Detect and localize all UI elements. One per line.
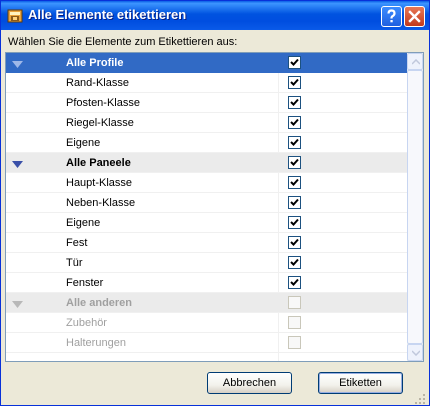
row-label: Fest [66,237,88,249]
row-label: Eigene [66,217,101,229]
row-checkbox [288,336,301,349]
list-item[interactable]: Eigene [6,213,407,233]
row-checkbox [288,316,301,329]
collapse-triangle-icon[interactable] [12,59,23,71]
list-item[interactable]: Halterungen [6,333,407,353]
list-item[interactable]: Zubehör [6,313,407,333]
collapse-triangle-icon[interactable] [12,159,23,171]
row-checkbox[interactable] [288,136,301,149]
row-label: Pfosten-Klasse [66,97,140,109]
vertical-scrollbar[interactable] [407,53,423,361]
row-divider [6,352,407,353]
group-row[interactable]: Alle Paneele [6,153,407,173]
list-item[interactable]: Eigene [6,133,407,153]
resize-grip-icon[interactable] [414,392,426,404]
scroll-down-button[interactable] [407,344,423,361]
list-item[interactable]: Fest [6,233,407,253]
row-label: Eigene [66,137,101,149]
group-row[interactable]: Alle anderen [6,293,407,313]
scroll-up-button[interactable] [407,53,423,70]
list-item[interactable]: Tür [6,253,407,273]
row-label: Haupt-Klasse [66,177,133,189]
row-checkbox[interactable] [288,156,301,169]
row-label: Alle Paneele [66,157,131,169]
row-label: Fenster [66,277,104,289]
app-icon [7,8,23,24]
row-label: Tür [66,257,83,269]
collapse-triangle-icon[interactable] [12,299,23,311]
row-checkbox[interactable] [288,216,301,229]
row-checkbox[interactable] [288,116,301,129]
row-label: Zubehör [66,317,107,329]
row-checkbox[interactable] [288,236,301,249]
close-button[interactable] [404,6,425,27]
dialog-window: Alle Elemente etikettieren Wählen Sie di… [0,0,430,406]
row-checkbox[interactable] [288,176,301,189]
row-checkbox[interactable] [288,56,301,69]
element-list[interactable]: Alle Profile Rand-Klasse Pfosten-Klasse Rie… [5,52,424,362]
row-label: Riegel-Klasse [66,117,134,129]
label-elements-button[interactable]: Etiketten [318,372,403,394]
row-checkbox[interactable] [288,76,301,89]
row-checkbox[interactable] [288,96,301,109]
group-row[interactable]: Alle Profile [6,53,407,73]
list-item[interactable]: Haupt-Klasse [6,173,407,193]
list-item[interactable]: Neben-Klasse [6,193,407,213]
row-label: Halterungen [66,337,126,349]
row-checkbox[interactable] [288,196,301,209]
help-button[interactable] [381,6,402,27]
row-label: Neben-Klasse [66,197,136,209]
list-item[interactable]: Pfosten-Klasse [6,93,407,113]
row-checkbox [288,296,301,309]
list-item[interactable]: Rand-Klasse [6,73,407,93]
scroll-track[interactable] [407,70,423,344]
window-title: Alle Elemente etikettieren [28,7,187,22]
list-item[interactable]: Riegel-Klasse [6,113,407,133]
row-label: Alle anderen [66,297,133,309]
cancel-button[interactable]: Abbrechen [207,372,292,394]
row-label: Alle Profile [66,57,124,69]
instruction-text: Wählen Sie die Elemente zum Etikettieren… [8,36,238,48]
row-checkbox[interactable] [288,276,301,289]
row-checkbox[interactable] [288,256,301,269]
title-bar[interactable]: Alle Elemente etikettieren [1,1,429,30]
list-item[interactable]: Fenster [6,273,407,293]
row-label: Rand-Klasse [66,77,129,89]
